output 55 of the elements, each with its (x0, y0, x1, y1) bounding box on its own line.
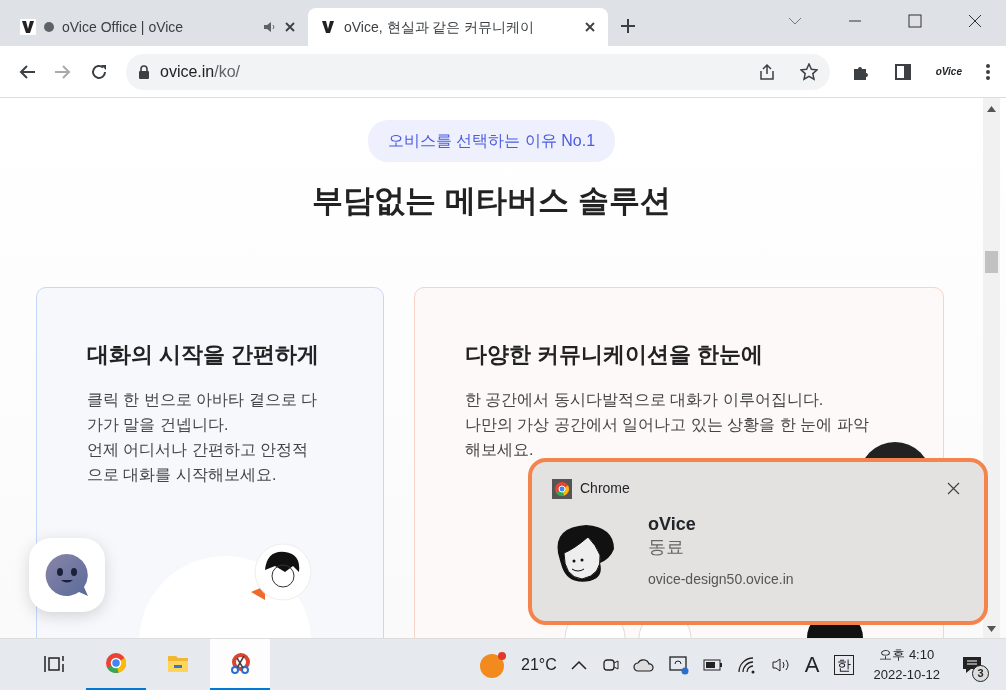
section-tag: 오비스를 선택하는 이유 No.1 (367, 120, 616, 162)
share-icon[interactable] (757, 62, 776, 81)
wifi-icon[interactable] (736, 655, 757, 674)
app-name: Chrome (580, 479, 630, 498)
chat-face-icon (44, 552, 90, 598)
close-icon[interactable] (968, 14, 982, 28)
more-menu-icon[interactable] (986, 63, 990, 80)
extension-logo[interactable]: oVice (935, 64, 962, 79)
close-icon[interactable] (284, 21, 296, 33)
chrome-icon (105, 652, 127, 674)
new-tab-icon[interactable] (620, 18, 636, 34)
maximize-icon[interactable] (908, 14, 922, 28)
close-icon[interactable] (584, 21, 596, 33)
notification-body: 동료 (648, 536, 685, 559)
weather-sun-icon[interactable] (479, 650, 508, 679)
scroll-down-icon[interactable] (987, 626, 996, 632)
display-sync-icon[interactable] (668, 654, 689, 675)
lock-icon (138, 64, 150, 79)
notification-source: ovice-design50.ovice.in (648, 570, 794, 589)
url-text: ovice.in/ko/ (160, 61, 241, 82)
back-arrow-icon[interactable] (18, 62, 36, 81)
v-logo-icon (320, 19, 336, 35)
chatbot-button[interactable] (29, 538, 105, 612)
card-text: 나만의 가상 공간에서 일어나고 있는 상황을 한 눈에 파악해보세요. (465, 414, 870, 460)
notification-title: oVice (648, 513, 697, 535)
card-text: 클릭 한 번으로 아바타 곁으로 다가가 말을 건넵니다. (87, 389, 319, 435)
card-title: 다양한 커뮤니케이션을 한눈에 (465, 342, 765, 369)
browser-tab[interactable]: oVice, 현실과 같은 커뮤니케이 (308, 8, 608, 46)
scroll-up-icon[interactable] (987, 106, 996, 112)
card-text: 한 공간에서 동시다발적으로 대화가 이루어집니다. (465, 389, 825, 410)
side-panel-icon[interactable] (893, 62, 912, 81)
card-title: 대화의 시작을 간편하게 (87, 342, 321, 369)
close-icon[interactable] (947, 482, 960, 495)
taskbar-app[interactable] (210, 638, 270, 690)
chrome-icon (552, 478, 572, 499)
scissors-icon (229, 652, 251, 674)
address-bar[interactable]: ovice.in/ko/ (126, 53, 830, 90)
browser-tab[interactable]: oVice Office | oVice (8, 8, 308, 46)
page-heading: 부담없는 메타버스 솔루션 (312, 182, 671, 220)
card-text: 언제 어디서나 간편하고 안정적으로 대화를 시작해보세요. (87, 439, 310, 485)
record-dot-icon (44, 22, 54, 32)
volume-icon[interactable] (770, 656, 791, 673)
input-mode-text[interactable]: A (804, 648, 820, 681)
star-icon[interactable] (799, 62, 818, 81)
speaker-icon (262, 20, 276, 34)
battery-icon[interactable] (702, 658, 723, 671)
scrollbar[interactable] (983, 98, 1000, 638)
clock[interactable]: 오후 4:10 2022-10-12 (873, 644, 940, 685)
cloud-icon[interactable] (632, 657, 655, 672)
reload-icon[interactable] (90, 62, 108, 81)
temperature-text[interactable]: 21°C (521, 652, 557, 677)
ime-mode-text[interactable]: 한 (833, 654, 854, 675)
v-logo-icon (20, 19, 36, 35)
chevron-up-icon[interactable] (570, 659, 587, 670)
scroll-thumb[interactable] (985, 251, 998, 273)
